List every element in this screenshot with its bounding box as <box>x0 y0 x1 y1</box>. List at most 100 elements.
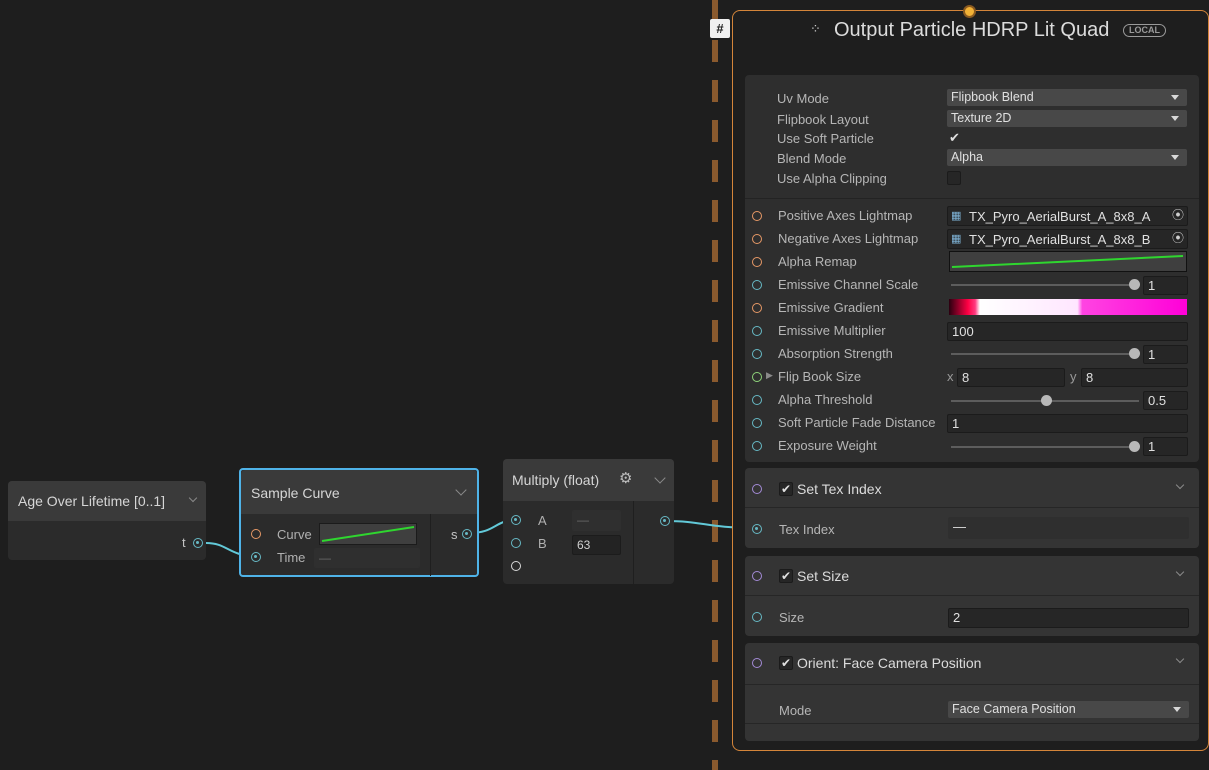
block-activation-port[interactable] <box>752 484 762 494</box>
flow-input-port[interactable] <box>963 5 976 18</box>
setting-label-uv-mode: Uv Mode <box>777 91 830 106</box>
texture-icon: ▦ <box>951 210 962 222</box>
alpha-threshold-field[interactable]: 0.5 <box>1143 391 1188 410</box>
soft-particle-fade-field[interactable]: 1 <box>947 414 1188 433</box>
curve-preview[interactable] <box>319 523 417 545</box>
input-port-a[interactable] <box>511 515 521 525</box>
block-activation-port[interactable] <box>752 571 762 581</box>
object-picker-icon[interactable]: ⦿ <box>1172 230 1184 247</box>
hash-icon[interactable]: # <box>710 19 730 38</box>
time-label: Time <box>277 550 306 565</box>
emissive-multiplier-field[interactable]: 100 <box>947 322 1188 341</box>
node-header[interactable]: Age Over Lifetime [0..1] <box>8 481 206 521</box>
tex-index-field[interactable]: — <box>948 517 1189 539</box>
sample-curve-node[interactable]: Sample Curve Curve Time — s <box>239 468 479 577</box>
gear-icon[interactable]: ⚙ <box>619 469 632 487</box>
flipbook-layout-dropdown[interactable]: Texture 2D <box>947 110 1187 127</box>
object-picker-icon[interactable]: ⦿ <box>1172 207 1184 224</box>
input-port-curve[interactable] <box>251 529 261 539</box>
a-field[interactable]: — <box>572 510 621 531</box>
absorption-strength-knob[interactable] <box>1129 348 1140 359</box>
chevron-down-icon[interactable] <box>1175 480 1185 490</box>
setting-label-blend-mode: Blend Mode <box>777 151 847 166</box>
block-header[interactable]: ✔ Orient: Face Camera Position <box>745 643 1199 685</box>
output-port-t[interactable] <box>193 538 203 548</box>
size-field[interactable]: 2 <box>948 608 1189 628</box>
node-title: Multiply (float) <box>512 472 600 488</box>
port-tex-index[interactable] <box>752 524 762 534</box>
output-port[interactable] <box>660 516 670 526</box>
output-label-s: s <box>451 527 458 542</box>
expand-triangle-icon[interactable]: ▶ <box>766 370 773 381</box>
chevron-down-icon[interactable] <box>455 484 467 496</box>
port-size[interactable] <box>752 612 762 622</box>
chevron-down-icon[interactable] <box>654 472 666 484</box>
label-flip-book-size: Flip Book Size <box>778 369 862 384</box>
age-over-lifetime-node[interactable]: Age Over Lifetime [0..1] t <box>8 481 206 560</box>
port-flip-book-size[interactable] <box>752 372 762 382</box>
emissive-gradient-swatch[interactable] <box>949 299 1187 315</box>
orient-mode-dropdown[interactable]: Face Camera Position <box>948 701 1189 718</box>
emissive-channel-scale-track[interactable] <box>951 284 1136 286</box>
port-absorption-strength[interactable] <box>752 349 762 359</box>
absorption-strength-track[interactable] <box>951 353 1136 355</box>
output-port-s[interactable] <box>462 529 472 539</box>
negative-axes-texture-field[interactable]: ▦ TX_Pyro_AerialBurst_A_8x8_B ⦿ <box>947 229 1188 249</box>
set-tex-index-block[interactable]: ✔ Set Tex Index Tex Index — <box>745 468 1199 548</box>
absorption-strength-field[interactable]: 1 <box>1143 345 1188 364</box>
port-alpha-threshold[interactable] <box>752 395 762 405</box>
block-enabled-checkbox[interactable]: ✔ <box>779 656 793 670</box>
curve-label: Curve <box>277 527 312 542</box>
time-field[interactable]: — <box>314 548 420 568</box>
port-emissive-gradient[interactable] <box>752 303 762 313</box>
texture-icon: ▦ <box>951 233 962 245</box>
chevron-down-icon[interactable] <box>1175 654 1185 664</box>
node-header[interactable]: Multiply (float) ⚙ <box>503 459 674 501</box>
exposure-weight-field[interactable]: 1 <box>1143 437 1188 456</box>
emissive-channel-scale-field[interactable]: 1 <box>1143 276 1188 295</box>
setting-label-alpha-clipping: Use Alpha Clipping <box>777 171 887 186</box>
uv-mode-dropdown[interactable]: Flipbook Blend <box>947 89 1187 106</box>
curve-graph <box>321 526 415 542</box>
emissive-channel-scale-knob[interactable] <box>1129 279 1140 290</box>
label-alpha-threshold: Alpha Threshold <box>778 392 873 407</box>
port-positive-axes[interactable] <box>752 211 762 221</box>
local-badge[interactable]: LOCAL <box>1123 24 1166 37</box>
divider <box>745 198 1199 199</box>
output-context[interactable]: ⁘ Output Particle HDRP Lit Quad LOCAL Uv… <box>732 5 1209 751</box>
port-exposure-weight[interactable] <box>752 441 762 451</box>
alpha-remap-curve[interactable] <box>949 251 1187 272</box>
chevron-down-icon[interactable] <box>188 493 198 503</box>
input-port-extra[interactable] <box>511 561 521 571</box>
b-field[interactable]: 63 <box>572 535 621 555</box>
alpha-clipping-checkbox[interactable] <box>947 171 961 185</box>
blend-mode-dropdown[interactable]: Alpha <box>947 149 1187 166</box>
block-header[interactable]: ✔ Set Size <box>745 556 1199 596</box>
multiply-node[interactable]: Multiply (float) ⚙ A — B 63 <box>503 459 674 584</box>
node-header[interactable]: Sample Curve <box>241 470 477 514</box>
orient-block[interactable]: ✔ Orient: Face Camera Position Mode Face… <box>745 643 1199 741</box>
positive-axes-texture-field[interactable]: ▦ TX_Pyro_AerialBurst_A_8x8_A ⦿ <box>947 206 1188 226</box>
input-port-b[interactable] <box>511 538 521 548</box>
exposure-weight-knob[interactable] <box>1129 441 1140 452</box>
chevron-down-icon[interactable] <box>1175 567 1185 577</box>
label-emissive-gradient: Emissive Gradient <box>778 300 884 315</box>
block-activation-port[interactable] <box>752 658 762 668</box>
port-emissive-multiplier[interactable] <box>752 326 762 336</box>
setting-label-soft-particle: Use Soft Particle <box>777 131 874 146</box>
exposure-weight-track[interactable] <box>951 446 1136 448</box>
set-size-block[interactable]: ✔ Set Size Size 2 <box>745 556 1199 636</box>
block-title: Orient: Face Camera Position <box>797 655 982 671</box>
input-port-time[interactable] <box>251 552 261 562</box>
block-header[interactable]: ✔ Set Tex Index <box>745 468 1199 508</box>
port-alpha-remap[interactable] <box>752 257 762 267</box>
port-emissive-channel-scale[interactable] <box>752 280 762 290</box>
block-enabled-checkbox[interactable]: ✔ <box>779 482 793 496</box>
flip-book-x-field[interactable]: 8 <box>957 368 1065 387</box>
soft-particle-checkbox[interactable]: ✔ <box>949 130 960 146</box>
block-enabled-checkbox[interactable]: ✔ <box>779 569 793 583</box>
port-soft-particle-fade[interactable] <box>752 418 762 428</box>
flip-book-y-field[interactable]: 8 <box>1081 368 1188 387</box>
port-negative-axes[interactable] <box>752 234 762 244</box>
alpha-threshold-knob[interactable] <box>1041 395 1052 406</box>
